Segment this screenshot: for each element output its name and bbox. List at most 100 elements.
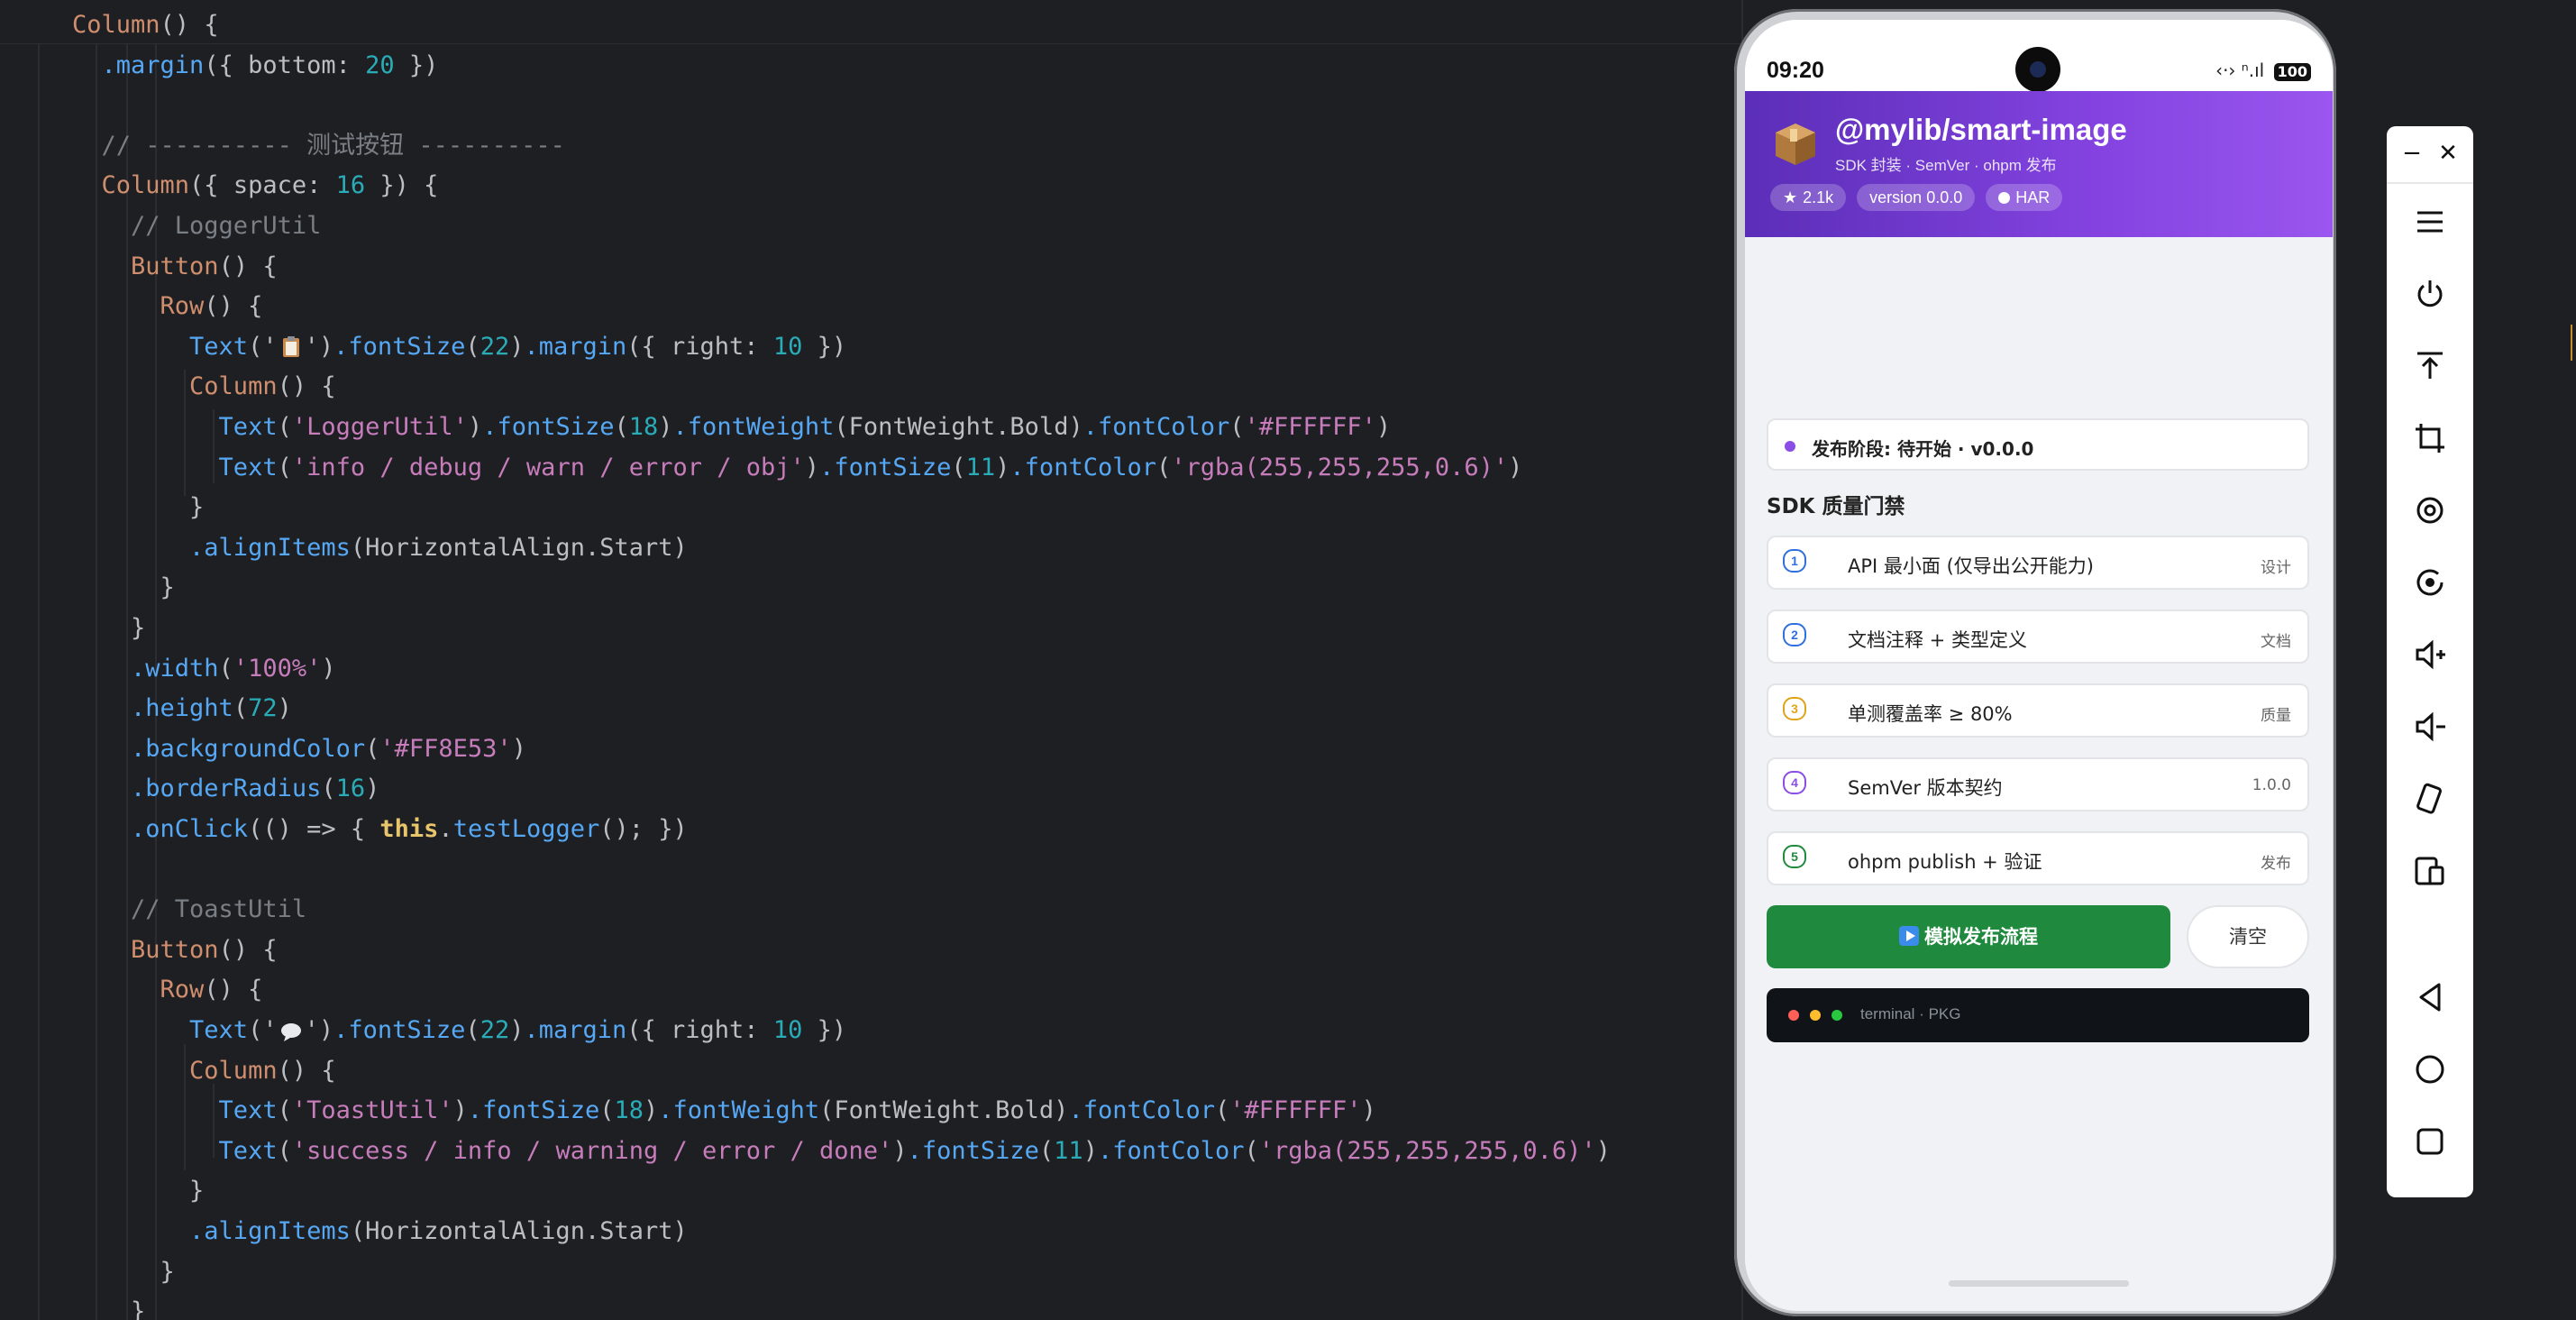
code-token: Text <box>72 413 278 441</box>
clear-button[interactable]: 清空 <box>2187 905 2309 968</box>
code-editor[interactable]: Column() { .margin({ bottom: 20 }) // --… <box>0 0 1741 1320</box>
code-token: ) <box>452 1096 468 1125</box>
code-line: .alignItems(HorizontalAlign.Start) <box>72 528 688 568</box>
terminal-panel: terminal · PKG <box>1767 988 2309 1042</box>
code-token: 'rgba(255,255,255,0.6)' <box>1171 453 1509 481</box>
code-token: ( <box>277 1136 292 1165</box>
code-line: Text('success / info / warning / error /… <box>72 1132 1611 1171</box>
code-token: () { <box>204 976 263 1004</box>
code-token: Text <box>72 453 278 481</box>
menu-icon[interactable] <box>2412 204 2448 240</box>
code-line: Text(' ').fontSize(22).margin({ right: 10… <box>72 327 846 367</box>
code-token: testLogger <box>452 815 600 843</box>
code-token: // ---------- 测试按钮 ---------- <box>72 131 565 160</box>
code-token: .fontSize <box>333 332 466 361</box>
terminal-maximize-dot <box>1832 1010 1842 1021</box>
close-icon[interactable]: ✕ <box>2430 135 2466 171</box>
gate-item-docs[interactable]: 2 文档注释 + 类型定义 文档 <box>1767 610 2309 664</box>
gate-number: 2 <box>1783 623 1806 646</box>
har-text: HAR <box>2015 188 2051 206</box>
code-token: ( <box>465 1016 480 1044</box>
home-indicator[interactable] <box>1949 1280 2129 1287</box>
code-line: } <box>72 1292 145 1320</box>
code-token: ) <box>277 694 292 723</box>
shake-icon[interactable] <box>2412 781 2448 817</box>
dot-icon <box>1998 191 2011 204</box>
star-icon: ★ <box>1783 188 1798 206</box>
home-icon[interactable] <box>2412 1051 2448 1087</box>
code-token: (' <box>248 1016 278 1044</box>
code-line: Text(' ').fontSize(22).margin({ right: 10… <box>72 1011 846 1050</box>
code-line: .backgroundColor('#FF8E53') <box>72 729 526 769</box>
gate-tag: 文档 <box>2261 633 2291 651</box>
code-line: .height(72) <box>72 689 292 729</box>
code-token: .fontWeight <box>658 1096 820 1125</box>
code-token: ( <box>218 654 233 683</box>
back-icon[interactable] <box>2412 979 2448 1015</box>
multi-device-icon[interactable] <box>2412 853 2448 889</box>
code-token: ) <box>892 1136 908 1165</box>
code-line: Column() { <box>72 367 336 407</box>
code-line: } <box>72 488 204 527</box>
code-line: // ---------- 测试按钮 ---------- <box>72 126 565 166</box>
code-token: 20 <box>365 50 395 79</box>
version-text: version 0.0.0 <box>1869 188 1963 206</box>
code-token: ) <box>365 775 380 803</box>
code-line: } <box>72 1252 175 1292</box>
gate-item-publish[interactable]: 5 ohpm publish + 验证 发布 <box>1767 831 2309 885</box>
package-subtitle: SDK 封装 · SemVer · ohpm 发布 <box>1835 157 2057 174</box>
crop-icon[interactable] <box>2412 420 2448 456</box>
code-token: 72 <box>248 694 278 723</box>
package-title: @mylib/smart-image <box>1835 113 2127 146</box>
power-icon[interactable] <box>2412 276 2448 312</box>
code-token: .borderRadius <box>72 775 322 803</box>
code-token: (FontWeight.Bold) <box>834 413 1083 441</box>
gate-item-coverage[interactable]: 3 单测覆盖率 ≥ 80% 质量 <box>1767 683 2309 738</box>
section-title: SDK 质量门禁 <box>1767 495 1905 518</box>
code-token: .fontSize <box>333 1016 466 1044</box>
code-token: ) <box>804 453 820 481</box>
minimize-icon[interactable]: − <box>2394 135 2430 171</box>
signal-icon: ‹·› ⁿ.ıl <box>2215 60 2265 81</box>
code-token: (' <box>248 332 278 361</box>
code-token: 11 <box>965 453 996 481</box>
recents-icon[interactable] <box>2412 1123 2448 1160</box>
code-token: } <box>72 573 175 602</box>
code-token: ({ space: <box>189 171 336 200</box>
code-token: () { <box>277 372 336 401</box>
code-token: ( <box>1038 1136 1055 1165</box>
stars-count: 2.1k <box>1803 188 1834 206</box>
volume-down-icon[interactable] <box>2412 709 2448 745</box>
gate-label: API 最小面 (仅导出公开能力) <box>1848 555 2094 577</box>
status-icons: ‹·› ⁿ.ıl 100 <box>2215 60 2311 81</box>
code-token: ) <box>509 1016 525 1044</box>
code-token: ') <box>304 332 334 361</box>
gate-label: ohpm publish + 验证 <box>1848 851 2042 873</box>
gate-item-api[interactable]: 1 API 最小面 (仅导出公开能力) 设计 <box>1767 536 2309 590</box>
code-token: }) <box>802 332 847 361</box>
rotate-icon[interactable] <box>2412 492 2448 528</box>
badge-row: ★ 2.1k version 0.0.0 HAR <box>1770 184 2063 211</box>
code-token: Button <box>72 252 219 280</box>
code-line: .borderRadius(16) <box>72 769 379 809</box>
volume-up-icon[interactable] <box>2412 637 2448 673</box>
code-token: ) <box>511 734 526 763</box>
code-token: ( <box>277 453 292 481</box>
code-token: } <box>72 614 146 642</box>
code-token: () { <box>204 292 263 321</box>
code-token: Row <box>72 976 205 1004</box>
code-token: .fontColor <box>1068 1096 1215 1125</box>
simulate-publish-button[interactable]: 模拟发布流程 <box>1767 905 2170 968</box>
code-token: ( <box>465 332 480 361</box>
screen-record-icon[interactable] <box>2412 564 2448 600</box>
code-token: .fontSize <box>907 1136 1039 1165</box>
gate-number: 1 <box>1783 549 1806 573</box>
code-token: Column <box>72 171 190 200</box>
code-token: 'ToastUtil' <box>291 1096 453 1125</box>
pin-top-icon[interactable] <box>2412 348 2448 384</box>
code-token: (FontWeight.Bold) <box>819 1096 1069 1125</box>
gate-tag: 发布 <box>2261 855 2291 873</box>
gate-item-semver[interactable]: 4 SemVer 版本契约 1.0.0 <box>1767 757 2309 811</box>
code-line: Text('LoggerUtil').fontSize(18).fontWeig… <box>72 408 1392 447</box>
toolbar-divider <box>2387 182 2473 184</box>
